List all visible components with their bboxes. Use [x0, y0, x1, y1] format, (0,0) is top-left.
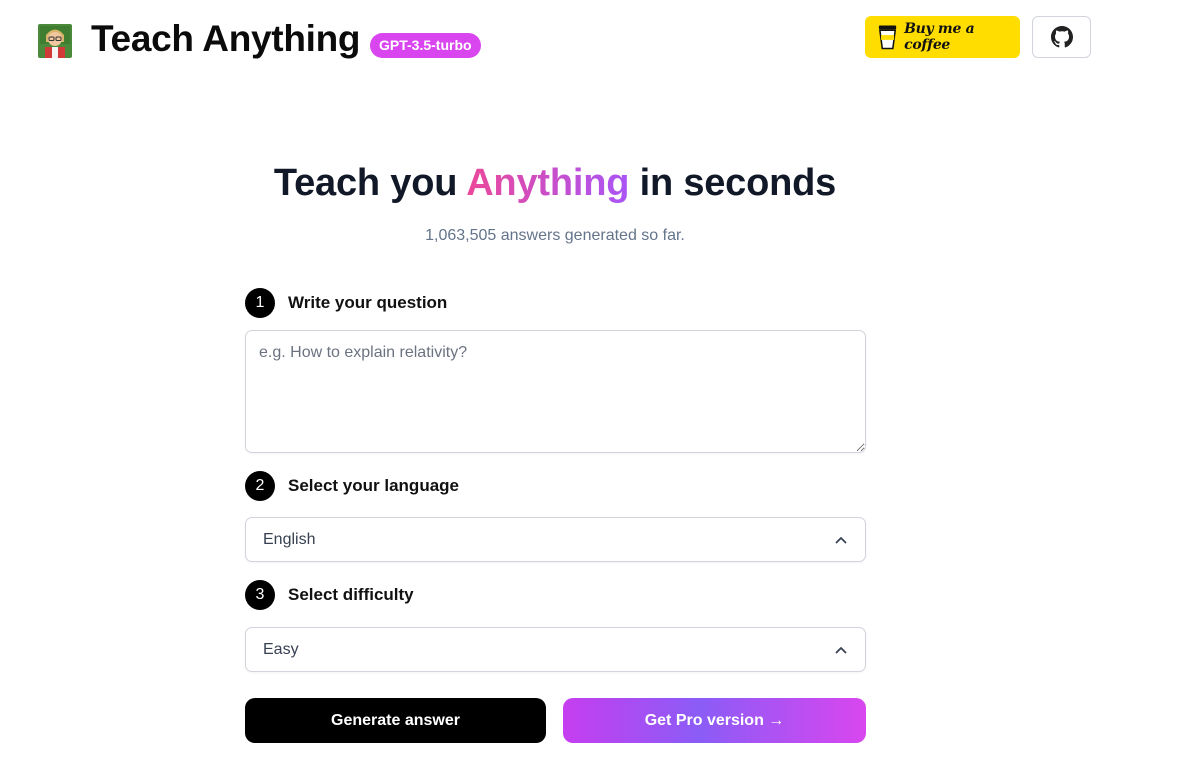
github-icon: [1050, 26, 1073, 48]
step-number-badge: 2: [245, 471, 275, 501]
question-input[interactable]: [245, 330, 866, 453]
language-select-value: English: [263, 530, 316, 548]
github-button[interactable]: [1032, 16, 1091, 58]
teacher-avatar-icon[interactable]: [36, 22, 74, 60]
difficulty-select-value: Easy: [263, 640, 299, 658]
coffee-button-label: Buy me a coffee: [904, 21, 975, 53]
language-select[interactable]: English: [245, 517, 866, 562]
difficulty-select[interactable]: Easy: [245, 627, 866, 672]
get-pro-version-button[interactable]: Get Pro version →: [563, 698, 866, 743]
step-difficulty: 3 Select difficulty: [245, 580, 414, 610]
step-number-badge: 3: [245, 580, 275, 610]
brand-title: Teach Anything: [91, 18, 361, 59]
model-badge: GPT-3.5-turbo: [370, 33, 481, 58]
step-number-badge: 1: [245, 288, 275, 318]
step-label: Select difficulty: [288, 585, 414, 604]
step-label: Write your question: [288, 293, 448, 312]
buy-me-a-coffee-button[interactable]: Buy me a coffee: [865, 16, 1020, 58]
answers-counter: 1,063,505 answers generated so far.: [425, 227, 685, 244]
site-header: Teach Anything GPT-3.5-turbo Buy me a co…: [0, 0, 1200, 80]
hero-title-highlight: Anything: [466, 162, 630, 204]
step-label: Select your language: [288, 476, 459, 495]
chevron-up-icon: [835, 647, 847, 654]
chevron-up-icon: [835, 537, 847, 544]
coffee-cup-icon: [878, 25, 897, 50]
hero-title-suffix: in seconds: [629, 162, 837, 204]
step-question: 1 Write your question: [245, 288, 447, 318]
hero-title: Teach you Anything in seconds: [0, 158, 1110, 208]
hero-title-prefix: Teach you: [273, 162, 467, 204]
generate-answer-button[interactable]: Generate answer: [245, 698, 546, 743]
step-language: 2 Select your language: [245, 471, 459, 501]
